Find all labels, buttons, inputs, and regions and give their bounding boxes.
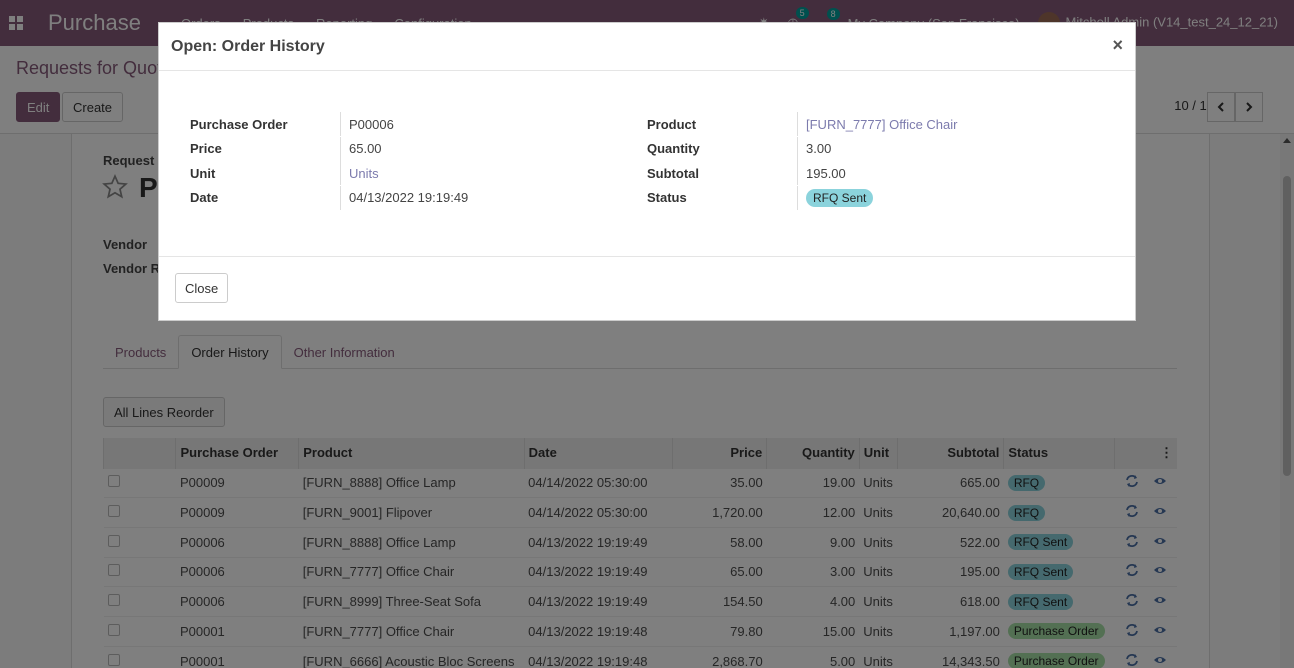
- field-row: Date 04/13/2022 19:19:49: [190, 185, 469, 210]
- field-label: Subtotal: [647, 161, 798, 185]
- close-button[interactable]: Close: [175, 273, 229, 303]
- dialog-body: Purchase Order P00006 Price 65.00 Unit Units D…: [159, 71, 1135, 257]
- field-value: P00006: [349, 116, 394, 132]
- field-value: 3.00: [806, 141, 832, 156]
- field-value: RFQ Sent: [798, 189, 874, 207]
- field-row: Unit Units: [190, 161, 379, 185]
- field-link[interactable]: [FURN_7777] Office Chair: [798, 117, 958, 132]
- field-link[interactable]: Units: [341, 166, 379, 181]
- field-row: Product [FURN_7777] Office Chair: [647, 112, 958, 136]
- field-label: Product: [647, 112, 798, 136]
- field-row: Subtotal 195.00: [647, 161, 846, 185]
- field-value: 04/13/2022 19:19:49: [349, 190, 469, 205]
- field-label: Purchase Order: [190, 112, 341, 136]
- field-label: Price: [190, 136, 341, 161]
- dialog-footer: Close: [159, 257, 1135, 320]
- field-value: 195.00: [806, 165, 846, 181]
- field-label: Quantity: [647, 136, 798, 161]
- order-history-dialog: Open: Order History × Purchase Order P000…: [158, 22, 1136, 321]
- field-label: Status: [647, 185, 798, 210]
- close-icon[interactable]: ×: [1112, 35, 1123, 56]
- field-label: Unit: [190, 161, 341, 185]
- field-row: Purchase Order P00006: [190, 112, 394, 136]
- field-label: Date: [190, 185, 341, 210]
- field-row: Status RFQ Sent: [647, 185, 874, 210]
- field-row: Price 65.00: [190, 136, 382, 161]
- dialog-title: Open: Order History: [171, 38, 325, 55]
- dialog-header: Open: Order History ×: [159, 23, 1135, 71]
- field-row: Quantity 3.00: [647, 136, 832, 161]
- status-badge: RFQ Sent: [806, 189, 874, 207]
- field-value: 65.00: [349, 141, 382, 156]
